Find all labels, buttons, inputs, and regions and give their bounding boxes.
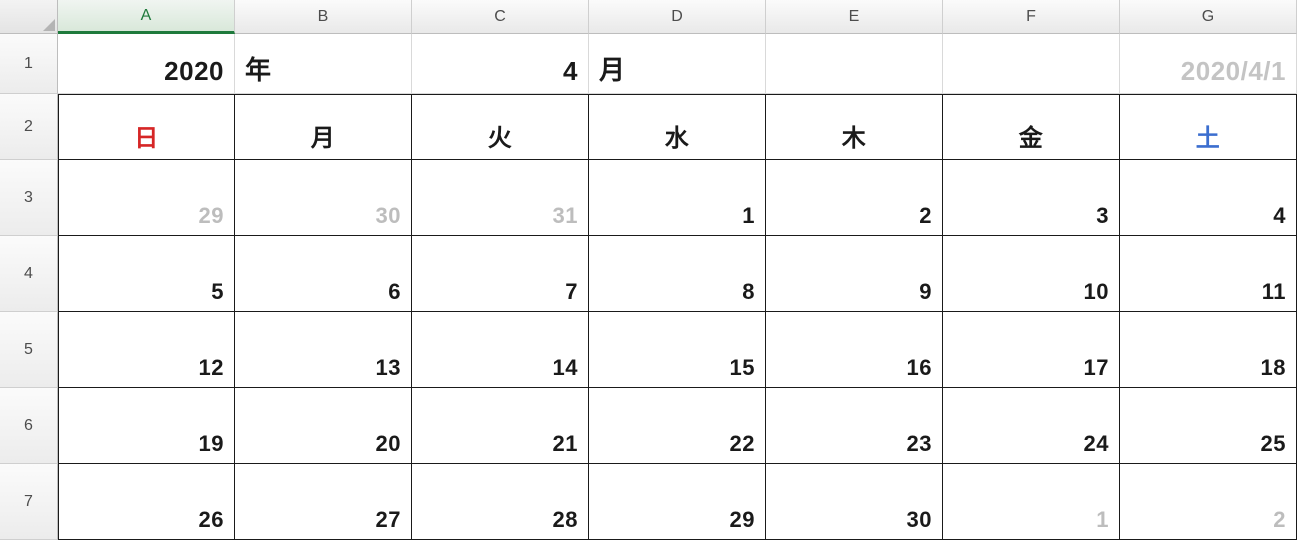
cell-C1-month[interactable]: 4 [412, 34, 589, 94]
cal-cell[interactable]: 15 [589, 312, 766, 388]
row-header-1[interactable]: 1 [0, 34, 58, 94]
cal-cell[interactable]: 18 [1120, 312, 1297, 388]
cell-G1-date[interactable]: 2020/4/1 [1120, 34, 1297, 94]
row-header-5[interactable]: 5 [0, 312, 58, 388]
cal-cell[interactable]: 14 [412, 312, 589, 388]
cal-cell[interactable]: 30 [766, 464, 943, 540]
cell-F1[interactable] [943, 34, 1120, 94]
cal-cell[interactable]: 19 [58, 388, 235, 464]
cal-cell[interactable]: 28 [412, 464, 589, 540]
col-header-E[interactable]: E [766, 0, 943, 34]
cal-cell[interactable]: 30 [235, 160, 412, 236]
cal-cell[interactable]: 5 [58, 236, 235, 312]
cal-cell[interactable]: 25 [1120, 388, 1297, 464]
cell-B1-year-label[interactable]: 年 [235, 34, 412, 94]
cell-D1-month-label[interactable]: 月 [589, 34, 766, 94]
cell-E1[interactable] [766, 34, 943, 94]
col-header-A[interactable]: A [58, 0, 235, 34]
cell-dow-wed[interactable]: 水 [589, 94, 766, 160]
cal-cell[interactable]: 21 [412, 388, 589, 464]
row-header-4[interactable]: 4 [0, 236, 58, 312]
cal-cell[interactable]: 9 [766, 236, 943, 312]
cal-cell[interactable]: 8 [589, 236, 766, 312]
cal-cell[interactable]: 26 [58, 464, 235, 540]
cal-cell[interactable]: 16 [766, 312, 943, 388]
cal-cell[interactable]: 4 [1120, 160, 1297, 236]
cal-cell[interactable]: 13 [235, 312, 412, 388]
col-header-B[interactable]: B [235, 0, 412, 34]
cell-A1-year[interactable]: 2020 [58, 34, 235, 94]
cal-cell[interactable]: 27 [235, 464, 412, 540]
cell-dow-tue[interactable]: 火 [412, 94, 589, 160]
cal-cell[interactable]: 23 [766, 388, 943, 464]
col-header-D[interactable]: D [589, 0, 766, 34]
cell-dow-fri[interactable]: 金 [943, 94, 1120, 160]
row-header-2[interactable]: 2 [0, 94, 58, 160]
cal-cell[interactable]: 10 [943, 236, 1120, 312]
cal-cell[interactable]: 31 [412, 160, 589, 236]
cal-cell[interactable]: 29 [58, 160, 235, 236]
cal-cell[interactable]: 17 [943, 312, 1120, 388]
cal-cell[interactable]: 11 [1120, 236, 1297, 312]
cal-cell[interactable]: 1 [943, 464, 1120, 540]
col-header-C[interactable]: C [412, 0, 589, 34]
cell-dow-sun[interactable]: 日 [58, 94, 235, 160]
cal-cell[interactable]: 7 [412, 236, 589, 312]
select-all-corner[interactable] [0, 0, 58, 34]
row-header-7[interactable]: 7 [0, 464, 58, 540]
cal-cell[interactable]: 22 [589, 388, 766, 464]
spreadsheet-grid[interactable]: A B C D E F G 1 2020 年 4 月 2020/4/1 2 日 … [0, 0, 1300, 540]
cal-cell[interactable]: 24 [943, 388, 1120, 464]
cal-cell[interactable]: 3 [943, 160, 1120, 236]
cal-cell[interactable]: 20 [235, 388, 412, 464]
row-header-3[interactable]: 3 [0, 160, 58, 236]
cal-cell[interactable]: 1 [589, 160, 766, 236]
col-header-F[interactable]: F [943, 0, 1120, 34]
cal-cell[interactable]: 2 [766, 160, 943, 236]
cell-dow-sat[interactable]: 土 [1120, 94, 1297, 160]
cal-cell[interactable]: 6 [235, 236, 412, 312]
row-header-6[interactable]: 6 [0, 388, 58, 464]
cell-dow-thu[interactable]: 木 [766, 94, 943, 160]
cell-dow-mon[interactable]: 月 [235, 94, 412, 160]
cal-cell[interactable]: 12 [58, 312, 235, 388]
cal-cell[interactable]: 2 [1120, 464, 1297, 540]
cal-cell[interactable]: 29 [589, 464, 766, 540]
col-header-G[interactable]: G [1120, 0, 1297, 34]
